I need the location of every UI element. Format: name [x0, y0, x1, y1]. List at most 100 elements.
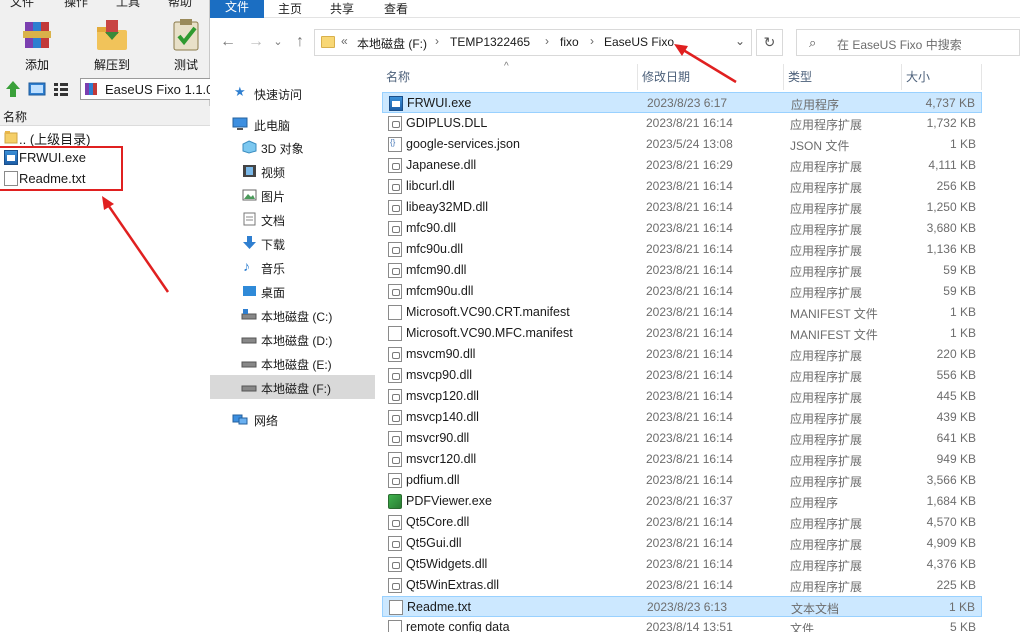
up-arrow-icon[interactable] [4, 80, 22, 98]
dll-file-icon [388, 368, 402, 383]
column-name[interactable]: 名称 [382, 64, 638, 90]
table-row[interactable]: msvcr90.dll 2023/8/21 16:14 应用程序扩展 641 KB [382, 428, 982, 449]
nav-item-downloads[interactable]: 下载 [210, 231, 375, 255]
breadcrumb-drive-f[interactable]: 本地磁盘 (F:) [357, 35, 427, 52]
nav-item-quick-access[interactable]: ★ 快速访问 [210, 81, 375, 105]
file-date: 2023/8/21 16:37 [646, 494, 733, 508]
search-input[interactable]: ⌕ 在 EaseUS Fixo 中搜索 [796, 29, 1020, 56]
table-row[interactable]: pdfium.dll 2023/8/21 16:14 应用程序扩展 3,566 KB [382, 470, 982, 491]
file-name: mfc90.dll [406, 221, 457, 235]
table-row[interactable]: google-services.json 2023/5/24 13:08 JSON … [382, 134, 982, 155]
file-name: libcurl.dll [406, 179, 455, 193]
computer-icon [232, 117, 248, 131]
breadcrumb-easeus-fixo[interactable]: EaseUS Fixo [604, 35, 674, 49]
table-row[interactable]: msvcp90.dll 2023/8/21 16:14 应用程序扩展 556 KB [382, 365, 982, 386]
table-row[interactable]: Japanese.dll 2023/8/21 16:29 应用程序扩展 4,111 K… [382, 155, 982, 176]
doc-file-icon [388, 326, 402, 341]
table-row[interactable]: msvcr120.dll 2023/8/21 16:14 应用程序扩展 949 KB [382, 449, 982, 470]
breadcrumb-separator: › [435, 34, 439, 48]
table-row[interactable]: mfcm90.dll 2023/8/21 16:14 应用程序扩展 59 KB [382, 260, 982, 281]
table-row[interactable]: Readme.txt 2023/8/23 6:13 文本文档 1 KB [382, 596, 982, 617]
table-row[interactable]: FRWUI.exe 2023/8/23 6:17 应用程序 4,737 KB [382, 92, 982, 113]
breadcrumb-fixo[interactable]: fixo [560, 35, 579, 49]
nav-item-drive-d[interactable]: 本地磁盘 (D:) [210, 327, 375, 351]
archive-column-header[interactable]: 名称 [0, 106, 210, 126]
dll-file-icon [388, 200, 402, 215]
nav-item-label: 此电脑 [254, 119, 291, 133]
table-row[interactable]: libeay32MD.dll 2023/8/21 16:14 应用程序扩展 1,250… [382, 197, 982, 218]
nav-item-drive-c[interactable]: 本地磁盘 (C:) [210, 303, 375, 327]
menu-file[interactable]: 文件 [10, 0, 34, 10]
file-size: 1 KB [948, 600, 975, 614]
table-row[interactable]: Microsoft.VC90.CRT.manifest 2023/8/21 16:… [382, 302, 982, 323]
refresh-icon[interactable]: ↻ [756, 29, 783, 56]
breadcrumb-overflow[interactable]: « [341, 34, 348, 48]
breadcrumb-temp[interactable]: TEMP1322465 [450, 35, 530, 49]
archive-navbar: EaseUS Fixo 1.1.0 [0, 78, 214, 100]
clipboard-test-icon [168, 18, 204, 52]
menu-tools[interactable]: 工具 [116, 0, 140, 10]
nav-item-network[interactable]: 网络 [210, 407, 375, 431]
column-size[interactable]: 大小 [902, 64, 982, 90]
file-date: 2023/8/21 16:14 [646, 116, 733, 130]
table-row[interactable]: mfcm90u.dll 2023/8/21 16:14 应用程序扩展 59 KB [382, 281, 982, 302]
file-type: JSON 文件 [790, 139, 850, 153]
table-row[interactable]: msvcm90.dll 2023/8/21 16:14 应用程序扩展 220 KB [382, 344, 982, 365]
list-item[interactable]: .. (上级目录) [0, 126, 210, 147]
nav-item-music[interactable]: ♪ 音乐 [210, 255, 375, 279]
tab-share[interactable]: 共享 [330, 0, 354, 17]
file-name: Qt5WinExtras.dll [406, 578, 500, 592]
table-row[interactable]: mfc90.dll 2023/8/21 16:14 应用程序扩展 3,680 KB [382, 218, 982, 239]
table-row[interactable]: Microsoft.VC90.MFC.manifest 2023/8/21 16:… [382, 323, 982, 344]
dll-file-icon [388, 221, 402, 236]
nav-item-3d-objects[interactable]: 3D 对象 [210, 135, 375, 159]
tab-home[interactable]: 主页 [278, 0, 302, 17]
table-row[interactable]: mfc90u.dll 2023/8/21 16:14 应用程序扩展 1,136 KB [382, 239, 982, 260]
table-row[interactable]: Qt5Core.dll 2023/8/21 16:14 应用程序扩展 4,570 KB [382, 512, 982, 533]
nav-item-drive-f[interactable]: 本地磁盘 (F:) [210, 375, 375, 399]
menu-help[interactable]: 帮助 [168, 0, 192, 10]
list-view-icon[interactable] [52, 80, 70, 98]
menu-commands[interactable]: 操作 [64, 0, 88, 10]
search-placeholder: 在 EaseUS Fixo 中搜索 [837, 38, 962, 52]
view-icon[interactable] [28, 80, 46, 98]
address-bar-row: ← → ⌄ ↑ « 本地磁盘 (F:) › TEMP1322465 › fixo… [210, 26, 1020, 60]
file-name: google-services.json [406, 137, 520, 151]
nav-item-pictures[interactable]: 图片 [210, 183, 375, 207]
column-date-modified[interactable]: 修改日期 [638, 64, 784, 90]
column-type[interactable]: 类型 [784, 64, 902, 90]
back-arrow-icon[interactable]: ← [218, 32, 238, 52]
tab-file[interactable]: 文件 [210, 0, 264, 18]
table-row[interactable]: Qt5Widgets.dll 2023/8/21 16:14 应用程序扩展 4,376… [382, 554, 982, 575]
add-button[interactable]: 添加 [7, 18, 67, 73]
chevron-down-icon[interactable]: ⌄ [735, 34, 745, 48]
nav-item-documents[interactable]: 文档 [210, 207, 375, 231]
exe-file-icon [389, 96, 403, 111]
table-row[interactable]: Qt5WinExtras.dll 2023/8/21 16:14 应用程序扩展 225… [382, 575, 982, 596]
test-button[interactable]: 测试 [156, 18, 216, 73]
extract-to-button[interactable]: 解压到 [82, 18, 142, 73]
archive-path-field[interactable]: EaseUS Fixo 1.1.0 [80, 78, 214, 100]
nav-item-videos[interactable]: 视频 [210, 159, 375, 183]
dll-file-icon [388, 158, 402, 173]
table-row[interactable]: msvcp140.dll 2023/8/21 16:14 应用程序扩展 439 KB [382, 407, 982, 428]
file-name: remote config data [406, 620, 510, 632]
recent-dropdown-icon[interactable]: ⌄ [268, 32, 288, 52]
file-type: 应用程序扩展 [790, 349, 863, 363]
table-row[interactable]: msvcp120.dll 2023/8/21 16:14 应用程序扩展 445 KB [382, 386, 982, 407]
forward-arrow-icon[interactable]: → [246, 32, 266, 52]
nav-item-desktop[interactable]: 桌面 [210, 279, 375, 303]
address-field[interactable]: « 本地磁盘 (F:) › TEMP1322465 › fixo › EaseU… [314, 29, 752, 56]
table-row[interactable]: Qt5Gui.dll 2023/8/21 16:14 应用程序扩展 4,909 KB [382, 533, 982, 554]
file-size: 59 KB [943, 284, 976, 298]
folder-up-icon [4, 129, 18, 144]
table-row[interactable]: GDIPLUS.DLL 2023/8/21 16:14 应用程序扩展 1,732 KB [382, 113, 982, 134]
file-name: Readme.txt [407, 600, 471, 614]
table-row[interactable]: libcurl.dll 2023/8/21 16:14 应用程序扩展 256 KB [382, 176, 982, 197]
nav-item-this-pc[interactable]: 此电脑 [210, 112, 375, 136]
table-row[interactable]: PDFViewer.exe 2023/8/21 16:37 应用程序 1,684 KB [382, 491, 982, 512]
up-arrow-icon[interactable]: ↑ [290, 32, 310, 52]
tab-view[interactable]: 查看 [384, 0, 408, 17]
nav-item-drive-e[interactable]: 本地磁盘 (E:) [210, 351, 375, 375]
table-row[interactable]: remote config data 2023/8/14 13:51 文件 5 KB [382, 617, 982, 632]
